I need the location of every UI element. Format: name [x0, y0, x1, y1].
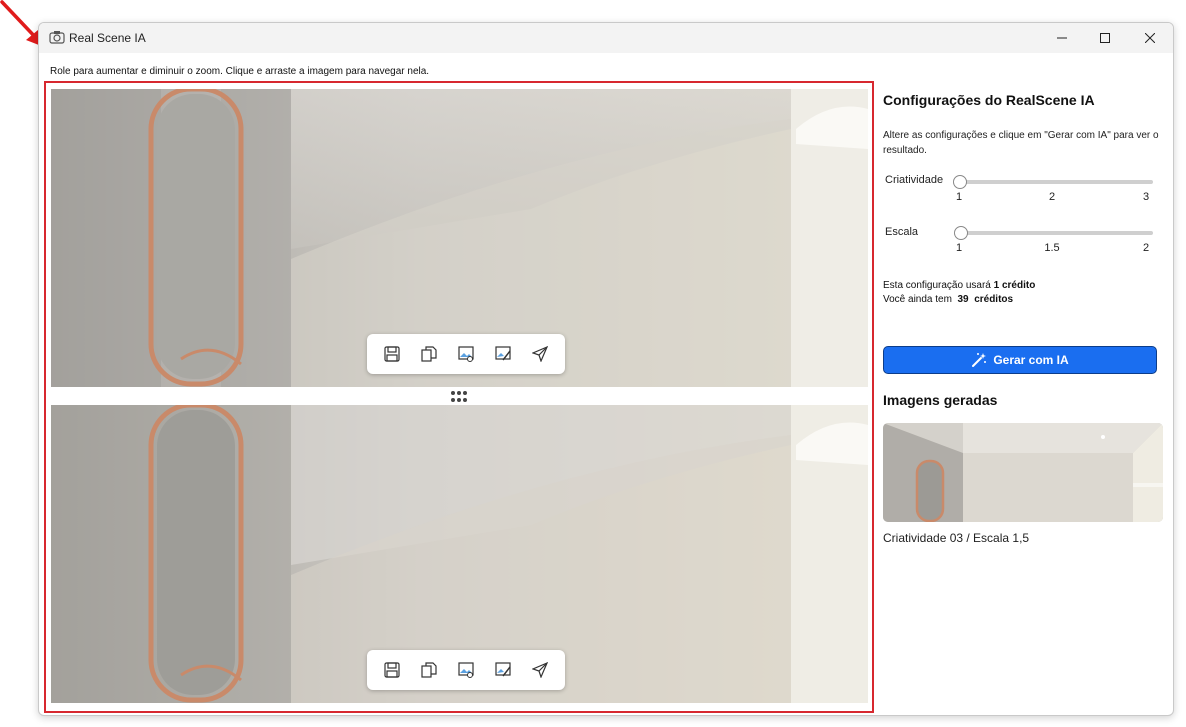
credits-usage-value: 1 crédito — [993, 280, 1036, 291]
send-icon — [532, 346, 549, 362]
criatividade-tick: 3 — [1142, 191, 1150, 203]
annotate-button[interactable] — [490, 657, 516, 683]
image-toolbar — [367, 334, 565, 374]
copy-button[interactable] — [416, 657, 442, 683]
copy-icon — [421, 346, 437, 362]
settings-title: Configurações do RealScene IA — [883, 92, 1095, 108]
image-edit-button[interactable] — [453, 657, 479, 683]
criatividade-slider-thumb[interactable] — [953, 175, 967, 189]
camera-icon — [49, 31, 65, 44]
magic-wand-icon — [972, 353, 987, 367]
original-image-panel[interactable] — [51, 89, 868, 387]
credits-info: Esta configuração usará 1 crédito Você a… — [883, 279, 1035, 307]
copy-icon — [421, 662, 437, 678]
escala-label: Escala — [885, 226, 919, 238]
image-edit-icon — [458, 662, 474, 678]
copy-button[interactable] — [416, 341, 442, 367]
generate-ai-button[interactable]: Gerar com IA — [883, 346, 1157, 374]
maximize-icon — [1100, 33, 1110, 43]
annotate-icon — [495, 346, 511, 361]
image-toolbar — [367, 650, 565, 690]
app-window: Real Scene IA Role para aumentar e dimin… — [38, 22, 1174, 716]
annotate-icon — [495, 662, 511, 677]
close-button[interactable] — [1127, 23, 1173, 53]
save-icon — [383, 346, 400, 362]
save-button[interactable] — [379, 341, 405, 367]
generated-images-title: Imagens geradas — [883, 392, 998, 408]
criatividade-tick: 1 — [955, 191, 963, 203]
maximize-button[interactable] — [1082, 23, 1128, 53]
title-bar: Real Scene IA — [39, 23, 1173, 53]
criatividade-tick: 2 — [1048, 191, 1056, 203]
send-button[interactable] — [527, 341, 553, 367]
criatividade-slider[interactable] — [959, 180, 1153, 184]
criatividade-label: Criatividade — [885, 174, 944, 186]
escala-tick: 1.5 — [1044, 242, 1060, 254]
escala-tick: 2 — [1142, 242, 1150, 254]
escala-tick: 1 — [955, 242, 963, 254]
minimize-button[interactable] — [1039, 23, 1085, 53]
image-edit-button[interactable] — [453, 341, 479, 367]
thumbnail-image — [883, 423, 1163, 522]
generated-image-panel[interactable] — [51, 405, 868, 703]
settings-description: Altere as configurações e clique em "Ger… — [883, 130, 1159, 156]
zoom-hint-text: Role para aumentar e diminuir o zoom. Cl… — [50, 66, 430, 77]
generate-ai-label: Gerar com IA — [993, 353, 1069, 367]
credits-remaining-text: Você ainda tem — [883, 294, 952, 305]
credits-remaining-unit: créditos — [974, 294, 1014, 305]
annotate-button[interactable] — [490, 341, 516, 367]
save-icon — [383, 662, 400, 678]
image-comparison-area — [44, 81, 874, 713]
credits-usage-text: Esta configuração usará — [883, 280, 991, 291]
escala-slider-thumb[interactable] — [954, 226, 968, 240]
thumbnail-caption: Criatividade 03 / Escala 1,5 — [883, 531, 1030, 545]
credits-remaining-count: 39 — [957, 294, 969, 305]
window-title: Real Scene IA — [69, 31, 146, 45]
save-button[interactable] — [379, 657, 405, 683]
minimize-icon — [1057, 37, 1067, 39]
close-icon — [1145, 33, 1155, 43]
send-button[interactable] — [527, 657, 553, 683]
drag-handle-icon[interactable] — [448, 390, 470, 404]
escala-slider[interactable] — [959, 231, 1153, 235]
image-edit-icon — [458, 346, 474, 362]
send-icon — [532, 662, 549, 678]
generated-thumbnail[interactable] — [883, 423, 1163, 522]
